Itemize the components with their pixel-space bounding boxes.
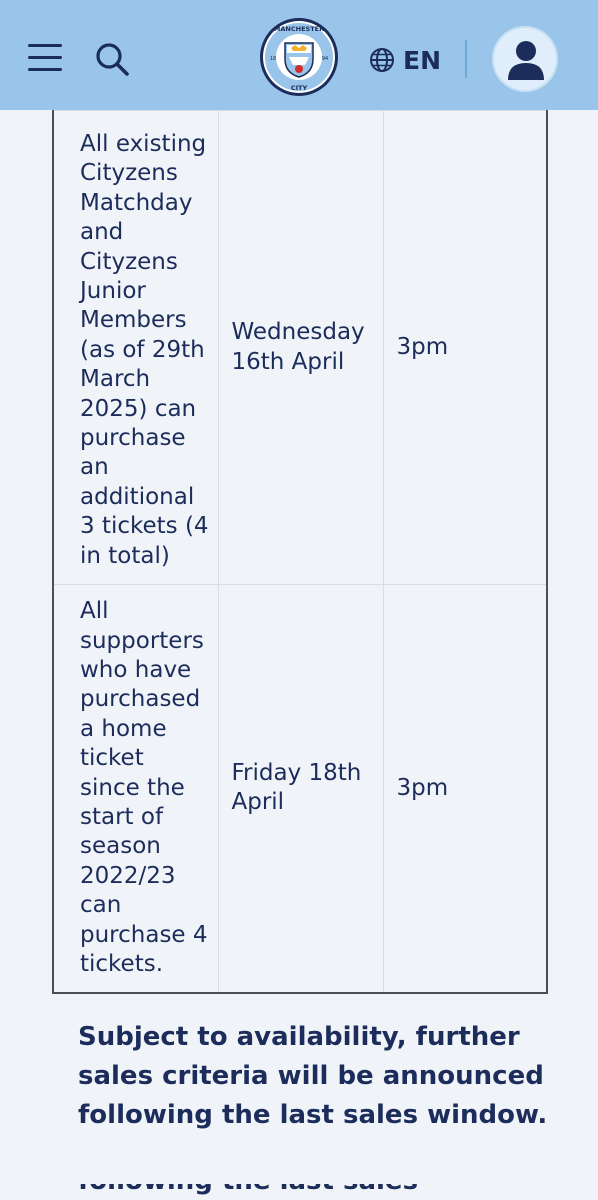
sale-time-cell: 3pm xyxy=(382,584,548,994)
eligibility-cell: All existing Cityzens Matchday and Cityz… xyxy=(52,110,219,585)
sale-time-text: 3pm xyxy=(396,333,449,360)
sales-note-overflow-fragment: following the last sales xyxy=(78,1184,548,1200)
sales-note-fragment: following the last sales xyxy=(78,1184,418,1196)
sale-time-cell: 3pm xyxy=(382,110,548,585)
table-row: All existing Cityzens Matchday and Cityz… xyxy=(52,110,548,585)
user-account-icon[interactable] xyxy=(492,26,558,92)
svg-text:MANCHESTER: MANCHESTER xyxy=(274,25,324,33)
eligibility-text: All supporters who have purchased a home… xyxy=(80,598,208,977)
eligibility-cell: All supporters who have purchased a home… xyxy=(52,584,219,994)
site-header: MANCHESTER CITY 18 94 EN xyxy=(0,0,598,110)
sales-note: Subject to availability, further sales c… xyxy=(78,1022,548,1130)
language-label: EN xyxy=(403,45,442,75)
sale-date-cell: Wednesday 16th April xyxy=(217,110,384,585)
svg-text:18: 18 xyxy=(270,56,276,62)
sale-date-text: Friday 18th April xyxy=(231,759,362,816)
sale-time-text: 3pm xyxy=(396,774,449,801)
svg-text:CITY: CITY xyxy=(291,84,308,92)
sale-date-text: Wednesday 16th April xyxy=(231,319,365,375)
globe-icon xyxy=(370,48,394,72)
hamburger-menu-icon[interactable] xyxy=(28,44,62,72)
language-selector[interactable]: EN xyxy=(369,44,441,76)
sale-date-cell: Friday 18th April xyxy=(217,584,384,994)
table-row: All supporters who have purchased a home… xyxy=(52,584,548,994)
manchester-city-crest[interactable]: MANCHESTER CITY 18 94 xyxy=(259,17,339,97)
svg-text:94: 94 xyxy=(322,56,328,62)
ticket-sales-table: All existing Cityzens Matchday and Cityz… xyxy=(52,110,548,994)
eligibility-text: All existing Cityzens Matchday and Cityz… xyxy=(80,130,209,569)
header-divider xyxy=(465,40,467,78)
search-icon[interactable] xyxy=(94,41,130,77)
